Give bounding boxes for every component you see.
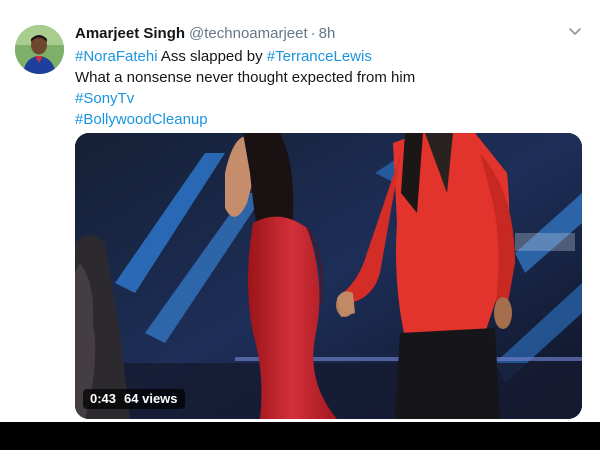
- tweet-line-1-text: Ass slapped by: [157, 48, 267, 65]
- screenshot-frame: Amarjeet Singh @technoamarjeet · 8h #NoraFa…: [0, 0, 600, 450]
- separator-dot: ·: [310, 25, 316, 42]
- chevron-down-icon[interactable]: [568, 24, 582, 38]
- hashtag-terrancelewis[interactable]: #TerranceLewis: [267, 48, 372, 65]
- avatar-image: [15, 25, 64, 74]
- author-name[interactable]: Amarjeet Singh: [75, 25, 185, 42]
- tweet-card[interactable]: Amarjeet Singh @technoamarjeet · 8h #NoraFa…: [0, 0, 600, 422]
- avatar[interactable]: [15, 25, 64, 74]
- tweet-line-1: #NoraFatehi Ass slapped by #TerranceLewi…: [75, 46, 575, 67]
- hashtag-sonytv[interactable]: #SonyTv: [75, 88, 575, 109]
- tweet-text: #NoraFatehi Ass slapped by #TerranceLewi…: [75, 46, 575, 130]
- video-duration: 0:43: [90, 391, 117, 406]
- hashtag-norafatehi[interactable]: #NoraFatehi: [75, 48, 158, 65]
- video-player[interactable]: 0:43 64 views: [75, 133, 582, 419]
- hashtag-bollywoodcleanup[interactable]: #BollywoodCleanup: [75, 109, 575, 130]
- tweet-timestamp[interactable]: 8h: [319, 25, 336, 42]
- author-handle[interactable]: @technoamarjeet: [189, 25, 308, 42]
- video-frame: [75, 133, 582, 419]
- video-view-count: 64 views: [124, 391, 178, 406]
- tweet-header: Amarjeet Singh @technoamarjeet · 8h: [75, 24, 335, 44]
- video-info-badge: 0:43 64 views: [83, 389, 185, 409]
- tweet-line-2: What a nonsense never thought expected f…: [75, 69, 416, 86]
